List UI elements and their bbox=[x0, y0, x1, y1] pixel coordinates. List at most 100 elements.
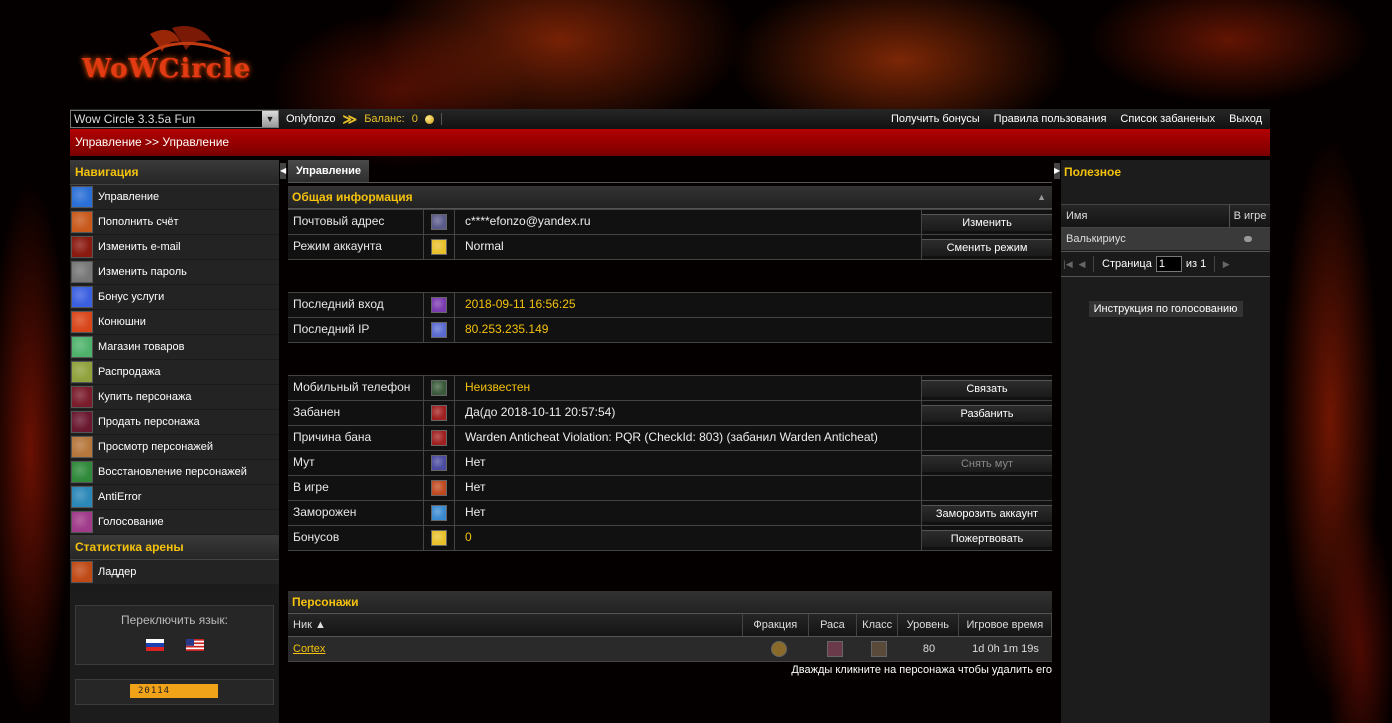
collapse-icon[interactable]: ▲ bbox=[1037, 186, 1046, 208]
scroll-left-icon[interactable]: ◀ bbox=[280, 163, 286, 179]
rank-chevron-icon: ≫ bbox=[342, 111, 358, 127]
sidebar-item-antierror[interactable]: AntiError bbox=[70, 485, 279, 510]
info-icon-cell bbox=[424, 501, 455, 525]
sidebar-item-ladder[interactable]: Ладдер bbox=[70, 560, 279, 585]
col-nick[interactable]: Ник ▲ bbox=[288, 614, 744, 636]
col-name[interactable]: Имя bbox=[1061, 205, 1230, 227]
action-button[interactable]: Снять мут bbox=[922, 454, 1052, 472]
language-switcher: Переключить язык: bbox=[75, 605, 274, 665]
chevron-down-icon[interactable]: ▼ bbox=[262, 111, 278, 127]
ban-icon bbox=[431, 405, 447, 421]
stables-icon bbox=[71, 311, 93, 333]
list-item[interactable]: Валькириус bbox=[1061, 228, 1270, 250]
username[interactable]: Onlyfonzo bbox=[286, 109, 336, 129]
page-input[interactable] bbox=[1155, 256, 1182, 272]
frozen-icon bbox=[431, 505, 447, 521]
sale-icon bbox=[71, 361, 93, 383]
tab-management[interactable]: Управление bbox=[288, 160, 370, 182]
logout-link[interactable]: Выход bbox=[1229, 109, 1262, 129]
info-row: В игре Нет bbox=[288, 476, 1052, 501]
sidebar-item-buy-character[interactable]: Купить персонажа bbox=[70, 385, 279, 410]
get-bonuses-link[interactable]: Получить бонусы bbox=[891, 109, 980, 129]
balance-label: Баланс: bbox=[364, 113, 405, 125]
general-info-title: Общая информация ▲ bbox=[288, 186, 1052, 209]
ban-reason-icon bbox=[431, 430, 447, 446]
sidebar-item-label: Голосование bbox=[98, 516, 164, 528]
sidebar-item-sell-character[interactable]: Продать персонажа bbox=[70, 410, 279, 435]
character-level: 80 bbox=[922, 643, 936, 655]
sidebar-item-shop[interactable]: Магазин товаров bbox=[70, 335, 279, 360]
character-name-link[interactable]: Cortex bbox=[293, 637, 325, 661]
refill-icon bbox=[71, 211, 93, 233]
action-button[interactable]: Пожертвовать bbox=[922, 529, 1052, 547]
sidebar-item-management[interactable]: Управление bbox=[70, 185, 279, 210]
sidebar-item-view-characters[interactable]: Просмотр персонажей bbox=[70, 435, 279, 460]
russian-flag-icon[interactable] bbox=[145, 639, 164, 651]
col-class[interactable]: Класс bbox=[857, 614, 899, 636]
sidebar-item-sale[interactable]: Распродажа bbox=[70, 360, 279, 385]
terms-of-use-link[interactable]: Правила пользования bbox=[994, 109, 1107, 129]
prev-page-icon[interactable]: ◀ bbox=[1075, 259, 1089, 270]
sidebar-item-label: Управление bbox=[98, 191, 160, 203]
shop-icon bbox=[71, 336, 93, 358]
info-label: Почтовый адрес bbox=[288, 210, 424, 234]
info-row: Забанен Да(до 2018-10-11 20:57:54) Разбани… bbox=[288, 401, 1052, 426]
sidebar-item-voting[interactable]: Голосование bbox=[70, 510, 279, 535]
info-label: Забанен bbox=[288, 401, 424, 425]
restore-characters-icon bbox=[71, 461, 93, 483]
management-icon bbox=[71, 186, 93, 208]
voting-instructions-button[interactable]: Инструкция по голосованию bbox=[1088, 301, 1243, 317]
info-value: 0 bbox=[455, 526, 922, 550]
action-cell: Изменить bbox=[922, 210, 1052, 234]
realm-select[interactable]: Wow Circle 3.3.5a Fun ▼ bbox=[70, 110, 279, 128]
col-race[interactable]: Раса bbox=[809, 614, 858, 636]
col-level[interactable]: Уровень bbox=[898, 614, 959, 636]
info-row: Режим аккаунта Normal Сменить режим bbox=[288, 235, 1052, 260]
sidebar-item-label: Восстановление персонажей bbox=[98, 466, 247, 478]
action-button[interactable]: Заморозить аккаунт bbox=[922, 504, 1052, 522]
in-game-icon bbox=[431, 480, 447, 496]
last-ip-icon bbox=[431, 322, 447, 338]
next-page-icon[interactable]: ▶ bbox=[1219, 259, 1233, 270]
col-playtime[interactable]: Игровое время bbox=[959, 614, 1053, 636]
action-button[interactable]: Разбанить bbox=[922, 404, 1052, 422]
info-row: Причина бана Warden Anticheat Violation: … bbox=[288, 426, 1052, 451]
logo-text: WoWCircle bbox=[82, 54, 252, 84]
info-value: 80.253.235.149 bbox=[465, 322, 549, 336]
sidebar-item-bonus-services[interactable]: Бонус услуги bbox=[70, 285, 279, 310]
action-cell: Разбанить bbox=[922, 401, 1052, 425]
antierror-icon bbox=[71, 486, 93, 508]
info-value: Нет bbox=[455, 476, 922, 500]
sidebar-item-stables[interactable]: Конюшни bbox=[70, 310, 279, 335]
info-row: Почтовый адрес c****efonzo@yandex.ru Измен… bbox=[288, 210, 1052, 235]
general-info-label: Общая информация bbox=[292, 190, 413, 204]
col-in-game[interactable]: В игре bbox=[1230, 205, 1270, 227]
visit-counter[interactable]: 20114 bbox=[130, 684, 218, 698]
breadcrumb-text: Управление >> Управление bbox=[75, 135, 230, 149]
action-button[interactable]: Связать bbox=[922, 379, 1052, 397]
info-icon-cell bbox=[424, 401, 455, 425]
scroll-right-icon[interactable]: ▶ bbox=[1054, 163, 1060, 179]
sidebar-item-refill[interactable]: Пополнить счёт bbox=[70, 210, 279, 235]
right-sidebar: Полезное Имя В игре Валькириус |◀ ◀ Стра… bbox=[1061, 160, 1270, 723]
table-row[interactable]: Cortex 80 1d 0h 1m 19s bbox=[288, 637, 1052, 662]
top-links: Получить бонусы Правила пользования Спис… bbox=[891, 109, 1262, 129]
characters-title: Персонажи bbox=[288, 591, 1052, 614]
us-flag-icon[interactable] bbox=[185, 639, 204, 651]
action-button[interactable]: Изменить bbox=[922, 213, 1052, 231]
banned-list-link[interactable]: Список забаненых bbox=[1120, 109, 1215, 129]
bonus-coin-icon bbox=[431, 530, 447, 546]
first-page-icon[interactable]: |◀ bbox=[1061, 259, 1075, 270]
action-button[interactable]: Сменить режим bbox=[922, 238, 1052, 256]
gm-name: Валькириус bbox=[1066, 233, 1126, 245]
sidebar-item-email[interactable]: Изменить e-mail bbox=[70, 235, 279, 260]
mute-icon bbox=[431, 455, 447, 471]
sidebar-item-label: Изменить e-mail bbox=[98, 241, 181, 253]
col-faction[interactable]: Фракция bbox=[743, 614, 809, 636]
bonus-services-icon bbox=[71, 286, 93, 308]
sidebar-item-password[interactable]: Изменить пароль bbox=[70, 260, 279, 285]
sidebar-item-restore-characters[interactable]: Восстановление персонажей bbox=[70, 460, 279, 485]
action-cell: Связать bbox=[922, 376, 1052, 400]
info-value: Нет bbox=[455, 501, 922, 525]
info-icon-cell bbox=[424, 376, 455, 400]
